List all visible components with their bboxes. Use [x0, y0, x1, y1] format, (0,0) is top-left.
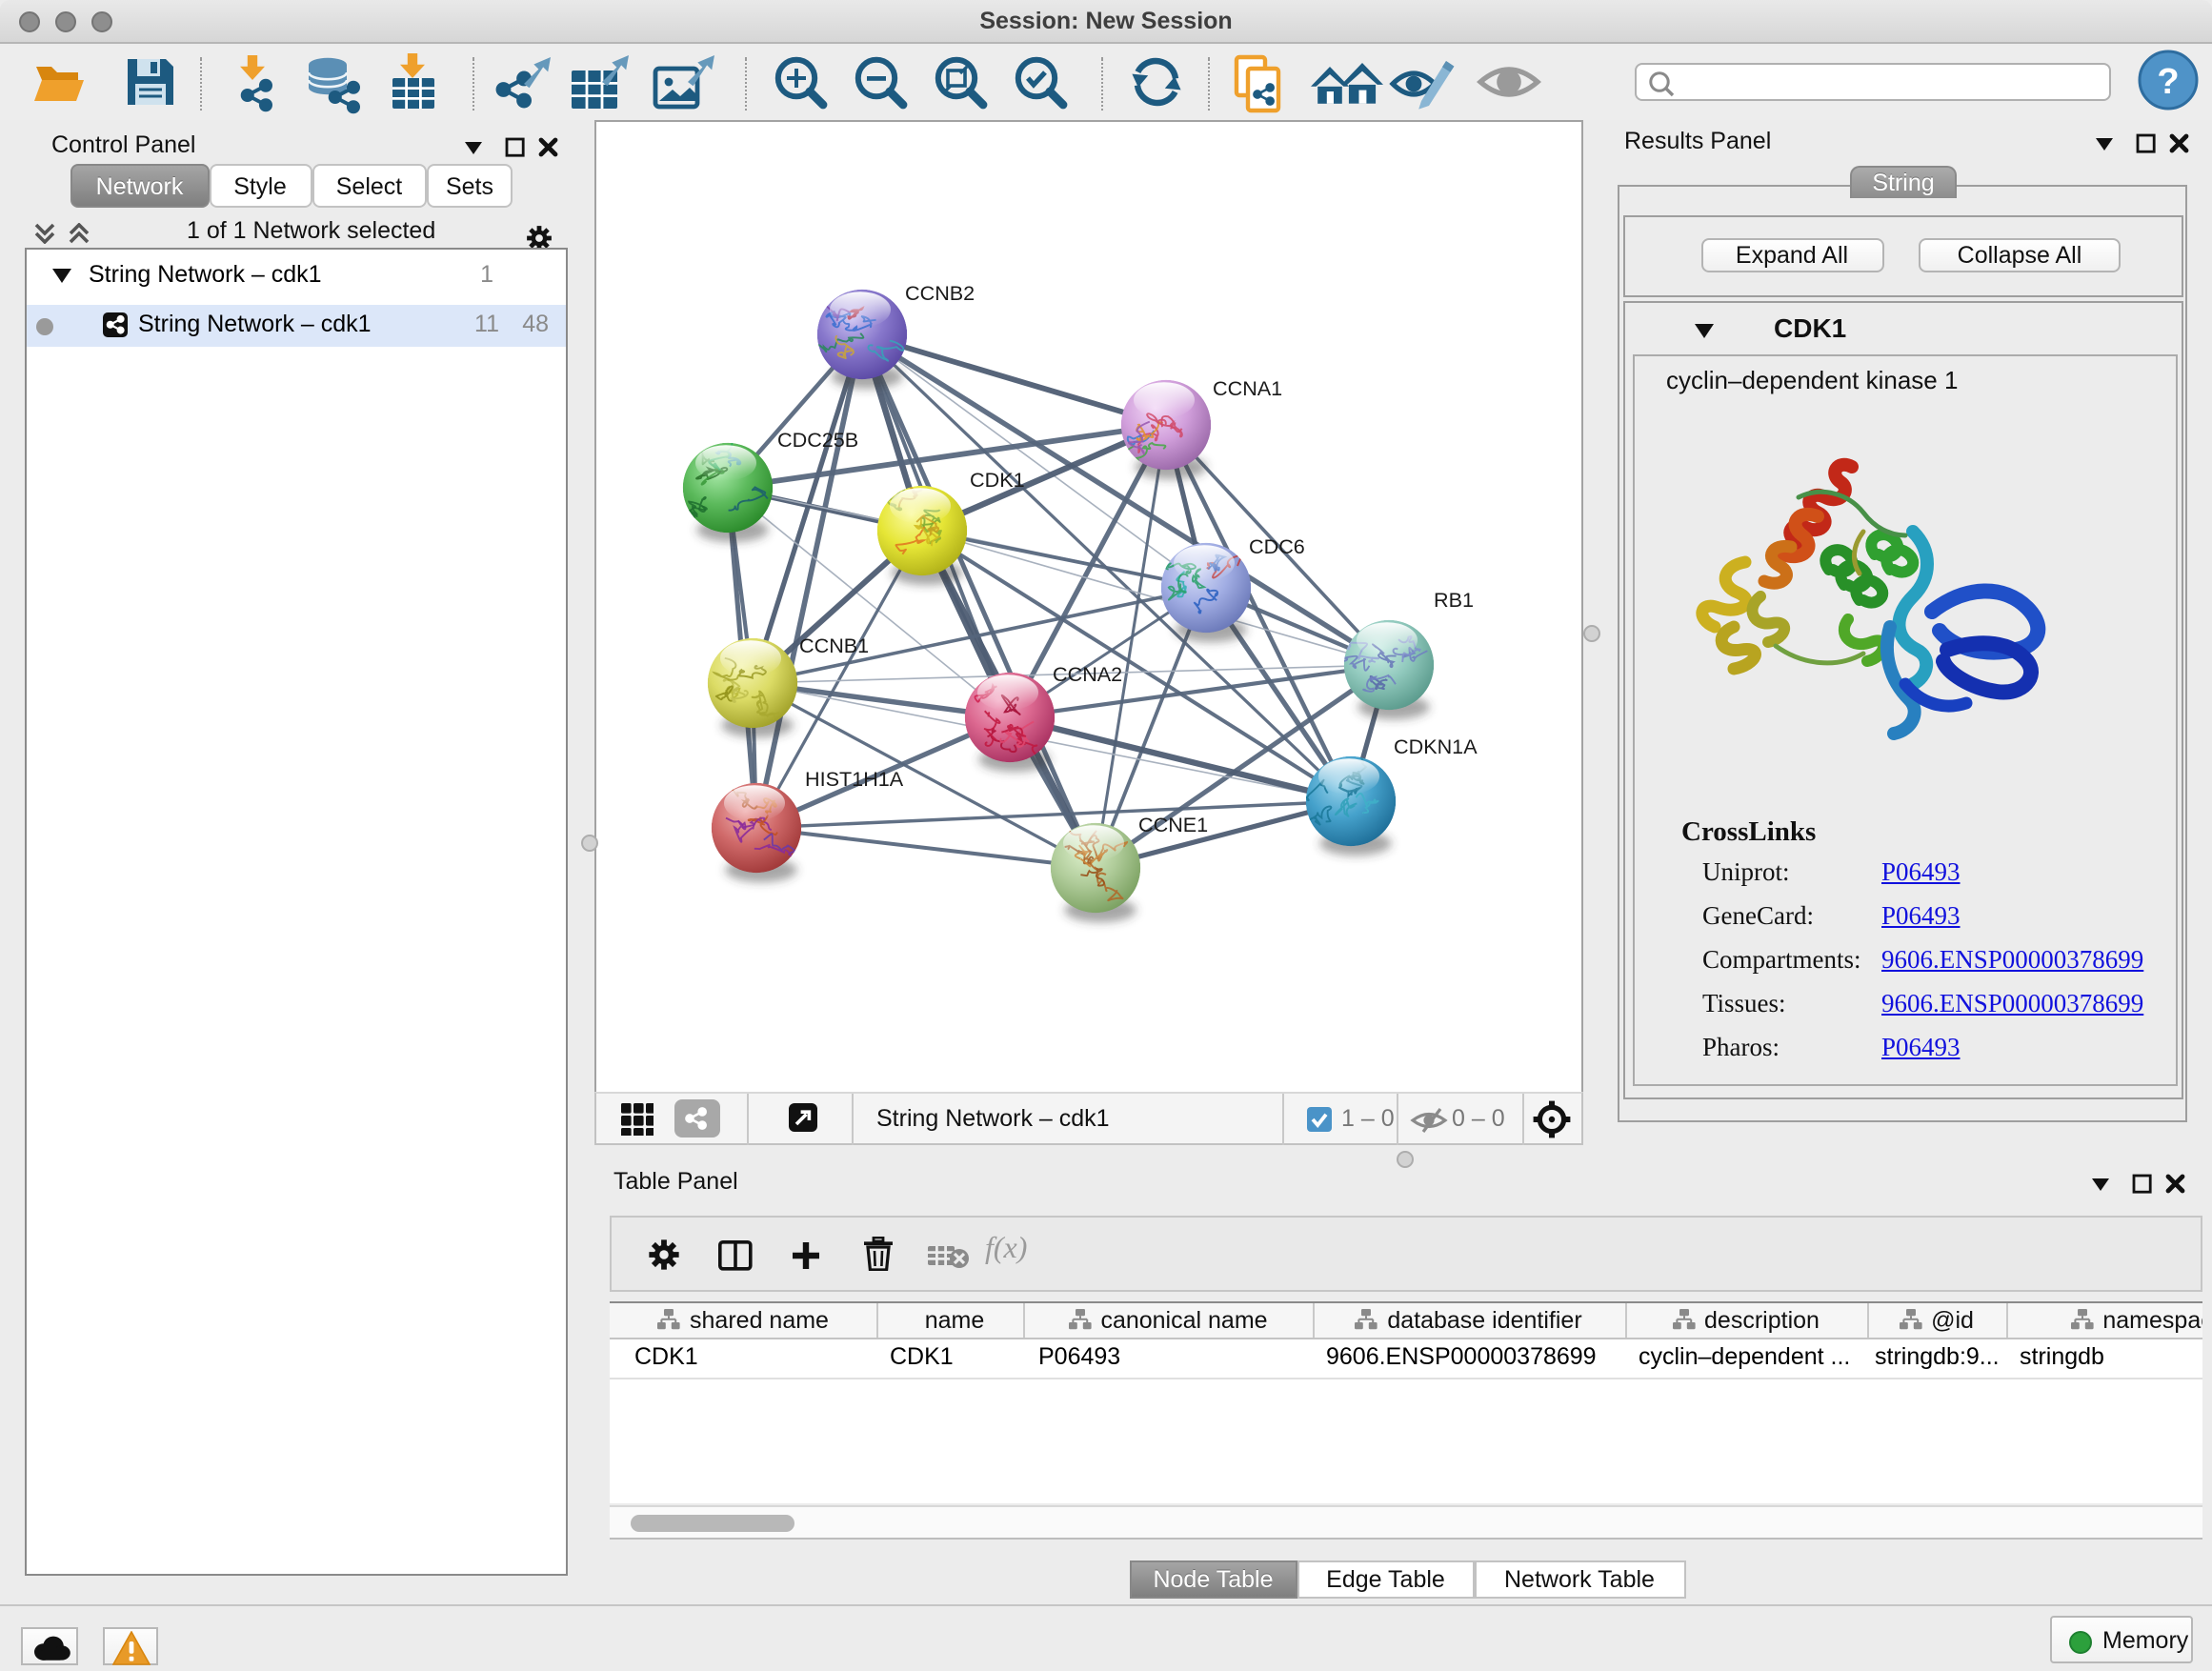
- svg-text:CDC25B: CDC25B: [777, 427, 858, 451]
- svg-text:CCNB2: CCNB2: [905, 280, 975, 304]
- svg-text:?: ?: [2157, 62, 2179, 102]
- svg-text:CCNE1: CCNE1: [1138, 812, 1208, 836]
- svg-text:CCNA2: CCNA2: [1053, 661, 1122, 685]
- svg-text:CCNA1: CCNA1: [1213, 375, 1282, 399]
- svg-text:CDKN1A: CDKN1A: [1394, 734, 1478, 757]
- svg-text:CCNB1: CCNB1: [799, 633, 869, 656]
- svg-text:CDK1: CDK1: [970, 467, 1025, 491]
- svg-text:RB1: RB1: [1434, 587, 1474, 611]
- svg-text:HIST1H1A: HIST1H1A: [805, 766, 904, 790]
- svg-text:CDC6: CDC6: [1249, 534, 1305, 557]
